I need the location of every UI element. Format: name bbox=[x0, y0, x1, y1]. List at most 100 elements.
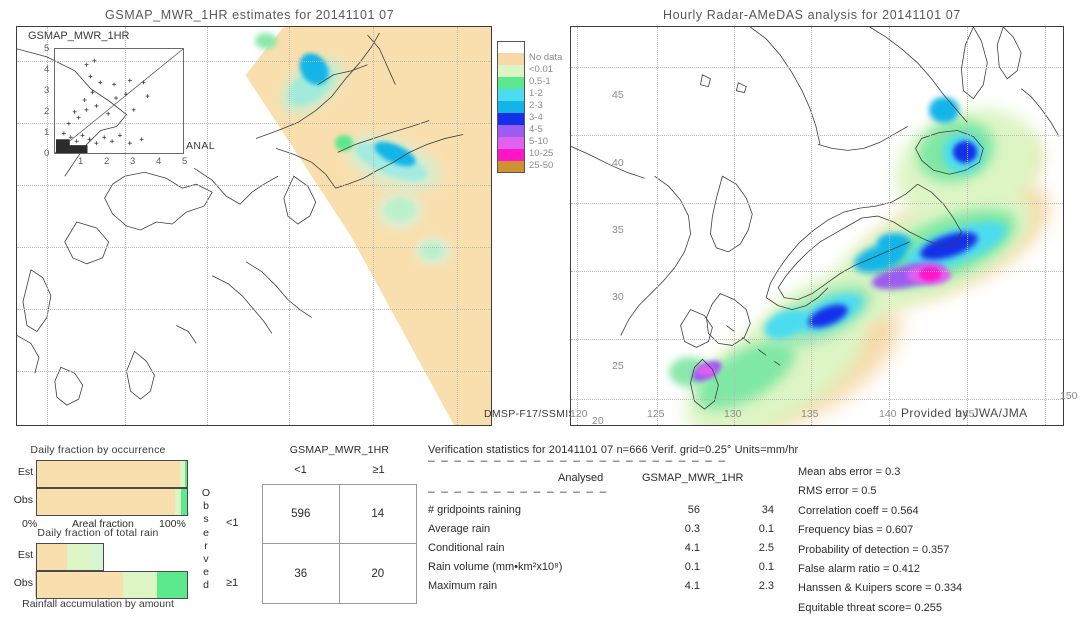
score-line: Correlation coeff = 0.564 bbox=[798, 504, 919, 517]
bar-row-label: Est bbox=[17, 549, 33, 561]
column-header: ≥1 bbox=[372, 464, 385, 476]
stat-model: 2.3 bbox=[758, 580, 774, 592]
stacked-bar bbox=[36, 571, 188, 599]
scatter-inset: GSMAP_MWR_1HR 5 4 3 2 1 0 1 2 3 4 5 bbox=[16, 26, 192, 167]
anal-axis-label: ANAL bbox=[186, 140, 216, 152]
bar-segment bbox=[67, 544, 92, 570]
column-header: <1 bbox=[294, 464, 307, 476]
bar-row-est: Est bbox=[18, 460, 188, 488]
amount-chart-caption: Rainfall accumulation by amount bbox=[22, 598, 174, 610]
colorbar-label: 2-3 bbox=[529, 100, 543, 111]
bar-row-label: Obs bbox=[13, 494, 33, 506]
row-header: ≥1 bbox=[226, 577, 239, 589]
table-cells: 596 14 36 20 bbox=[262, 484, 417, 604]
stat-analysed: 4.1 bbox=[684, 580, 700, 592]
bar-segment bbox=[184, 461, 187, 487]
radar-amedas-map[interactable] bbox=[570, 26, 1064, 426]
score-line: Mean abs error = 0.3 bbox=[798, 466, 901, 478]
stat-row: Maximum rain 4.1 2.3 bbox=[428, 580, 788, 599]
lon-tick: 130 bbox=[724, 408, 742, 420]
lon-tick: 135 bbox=[801, 408, 819, 420]
lat-tick: 40 bbox=[612, 157, 624, 169]
bar-segment bbox=[37, 544, 68, 570]
stat-analysed: 56 bbox=[687, 504, 700, 516]
right-map-coastlines bbox=[571, 27, 1060, 410]
bar-row-label: Est bbox=[17, 466, 33, 478]
precipitation-colorbar: No data <0.01 0.5-1 1-2 2-3 3-4 4-5 5-10… bbox=[497, 41, 563, 173]
colorbar-swatch bbox=[497, 125, 525, 137]
colorbar-label: <0.01 bbox=[529, 64, 554, 75]
column-header-model: GSMAP_MWR_1HR bbox=[642, 472, 744, 484]
gsmap-verification-page: GSMAP_MWR_1HR estimates for 20141101 07 … bbox=[0, 0, 1080, 614]
stacked-bar bbox=[36, 488, 188, 516]
bar-segment bbox=[180, 489, 187, 515]
row-header: <1 bbox=[226, 517, 239, 529]
lat-tick: 30 bbox=[612, 291, 624, 303]
verification-statistics: Verification statistics for 20141101 07 … bbox=[428, 444, 1080, 614]
divider-rule: — — — — — — — — — — — — — — bbox=[428, 487, 607, 499]
table-title: GSMAP_MWR_1HR bbox=[289, 444, 390, 456]
stat-row: # gridpoints raining 56 34 bbox=[428, 504, 788, 523]
table-cell: 596 bbox=[263, 485, 340, 544]
lat-tick: 20 bbox=[592, 415, 604, 427]
stat-label: Conditional rain bbox=[428, 542, 505, 554]
colorbar-label: 1-2 bbox=[529, 88, 543, 99]
stat-model: 0.1 bbox=[758, 523, 774, 535]
scatter-x-tick: 4 bbox=[156, 156, 162, 167]
bar-segment bbox=[37, 572, 123, 598]
scatter-x-tick: 2 bbox=[104, 156, 110, 167]
stat-analysed: 0.3 bbox=[684, 523, 700, 535]
score-line: Hanssen & Kuipers score = 0.334 bbox=[798, 582, 963, 595]
scatter-y-tick: 1 bbox=[44, 127, 50, 138]
stat-analysed: 4.1 bbox=[684, 542, 700, 554]
colorbar-swatch bbox=[497, 41, 525, 53]
stat-model: 2.5 bbox=[758, 542, 774, 554]
stat-label: Average rain bbox=[428, 523, 491, 535]
bar-row-label: Obs bbox=[13, 577, 33, 589]
colorbar-label: 5-10 bbox=[529, 136, 549, 147]
scatter-y-tick: 3 bbox=[44, 85, 50, 96]
colorbar-row: 25-50 bbox=[497, 160, 563, 173]
stat-row: Conditional rain 4.1 2.5 bbox=[428, 542, 788, 561]
scatter-x-tick: 3 bbox=[130, 156, 136, 167]
scatter-y-tick: 5 bbox=[44, 43, 50, 54]
stat-analysed: 0.1 bbox=[684, 561, 700, 573]
observed-axis-label: Observed bbox=[201, 487, 211, 592]
score-line: Probability of detection = 0.357 bbox=[798, 543, 950, 556]
table-cell: 36 bbox=[263, 544, 340, 603]
scatter-plot-box bbox=[54, 48, 184, 154]
stat-model: 0.1 bbox=[758, 561, 774, 573]
chart-title: Daily fraction of total rain bbox=[37, 527, 159, 539]
colorbar-label: 25-50 bbox=[529, 160, 554, 171]
table-cell: 14 bbox=[339, 485, 416, 544]
score-line: Equitable threat score= 0.255 bbox=[798, 601, 943, 614]
stat-label: # gridpoints raining bbox=[428, 504, 521, 516]
column-header-analysed: Analysed bbox=[558, 472, 604, 484]
score-line: Frequency bias = 0.607 bbox=[798, 524, 914, 537]
bar-row-obs: Obs bbox=[14, 571, 188, 599]
colorbar-swatch bbox=[497, 77, 525, 89]
bar-segment bbox=[37, 489, 175, 515]
colorbar-swatch bbox=[497, 113, 525, 125]
scatter-y-tick: 2 bbox=[44, 106, 50, 117]
colorbar-swatch bbox=[497, 89, 525, 101]
right-panel-title: Hourly Radar-AMeDAS analysis for 2014110… bbox=[663, 8, 961, 22]
chart-title: Daily fraction by occurrence bbox=[30, 444, 166, 456]
left-panel-title: GSMAP_MWR_1HR estimates for 20141101 07 bbox=[105, 8, 395, 22]
scatter-x-tick: 1 bbox=[78, 156, 84, 167]
stat-model: 34 bbox=[761, 504, 774, 516]
data-provider-label: Provided by JWA/JMA bbox=[901, 406, 1028, 420]
scatter-inset-label: GSMAP_MWR_1HR bbox=[28, 30, 130, 42]
stat-label: Maximum rain bbox=[428, 580, 498, 592]
stacked-bar bbox=[36, 543, 104, 571]
verification-column-headers: Analysed GSMAP_MWR_1HR bbox=[428, 472, 788, 487]
bar-segment bbox=[37, 461, 180, 487]
lon-tick: 125 bbox=[647, 408, 665, 420]
scatter-y-tick: 4 bbox=[44, 64, 50, 75]
colorbar-swatch bbox=[497, 101, 525, 113]
verification-scores: Mean abs error = 0.3 RMS error = 0.5 Cor… bbox=[798, 466, 1080, 621]
lat-tick: 35 bbox=[612, 224, 624, 236]
colorbar-swatch bbox=[497, 149, 525, 161]
verification-header: Verification statistics for 20141101 07 … bbox=[428, 444, 799, 456]
colorbar-label: 10-25 bbox=[529, 148, 554, 159]
